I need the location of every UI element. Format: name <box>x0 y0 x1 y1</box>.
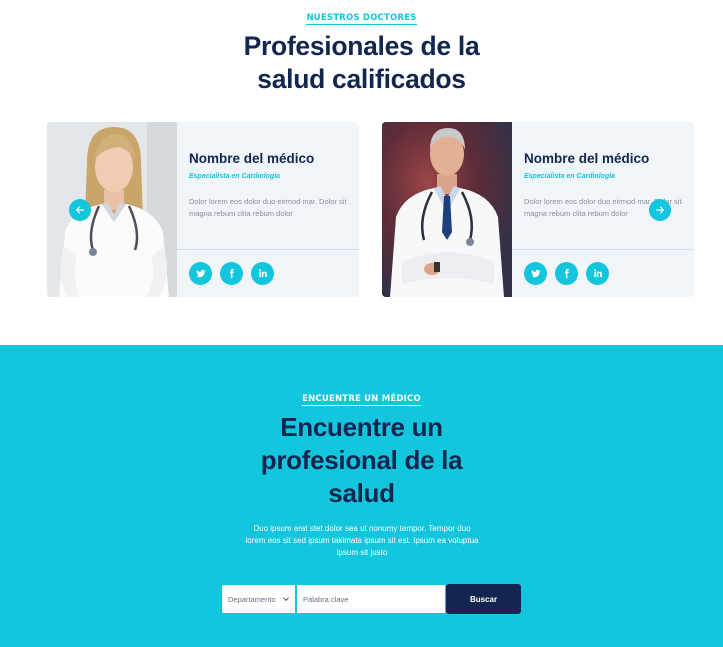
linkedin-icon[interactable] <box>586 262 609 285</box>
doctor-specialty: Especialista en Cardiología <box>189 173 281 180</box>
search-title: Encuentre un profesional de la salud <box>260 412 463 508</box>
carousel-prev-button[interactable] <box>69 199 91 221</box>
find-doctor-section: ENCUENTRE UN MÉDICO Encuentre un profesi… <box>0 345 723 647</box>
doctors-title: Profesionales de la salud calificados <box>243 31 480 94</box>
arrow-left-icon <box>75 206 85 214</box>
card-divider <box>512 249 694 250</box>
doctors-section: NUESTROS DOCTORES Profesionales de la sa… <box>0 0 723 345</box>
card-divider <box>177 249 359 250</box>
linkedin-icon[interactable] <box>251 262 274 285</box>
twitter-icon[interactable] <box>524 262 547 285</box>
doctor-photo-female <box>47 122 177 297</box>
department-select[interactable]: Departamento <box>222 585 295 613</box>
chevron-down-icon <box>283 597 289 601</box>
doctors-eyebrow: NUESTROS DOCTORES <box>306 13 417 25</box>
twitter-icon[interactable] <box>189 262 212 285</box>
keyword-input[interactable] <box>297 585 445 613</box>
doctor-specialty: Especialista en Cardiología <box>524 173 616 180</box>
arrow-right-icon <box>655 206 665 214</box>
facebook-icon[interactable] <box>555 262 578 285</box>
department-select-value: Departamento <box>228 594 276 604</box>
doctor-photo-male <box>382 122 512 297</box>
doctor-card: Nombre del médico Especialista en Cardio… <box>382 122 694 297</box>
search-lead-text: Duo ipsum erat stet dolor sea ut nonumy … <box>245 524 479 557</box>
search-eyebrow: ENCUENTRE UN MÉDICO <box>302 394 421 406</box>
carousel-next-button[interactable] <box>649 199 671 221</box>
doctor-name: Nombre del médico <box>189 151 315 166</box>
facebook-icon[interactable] <box>220 262 243 285</box>
doctor-card: Nombre del médico Especialista en Cardio… <box>47 122 359 297</box>
doctor-description: Dolor lorem eos dolor duo eirmod mar. Do… <box>189 197 347 218</box>
doctor-name: Nombre del médico <box>524 151 650 166</box>
search-button[interactable]: Buscar <box>446 584 521 614</box>
